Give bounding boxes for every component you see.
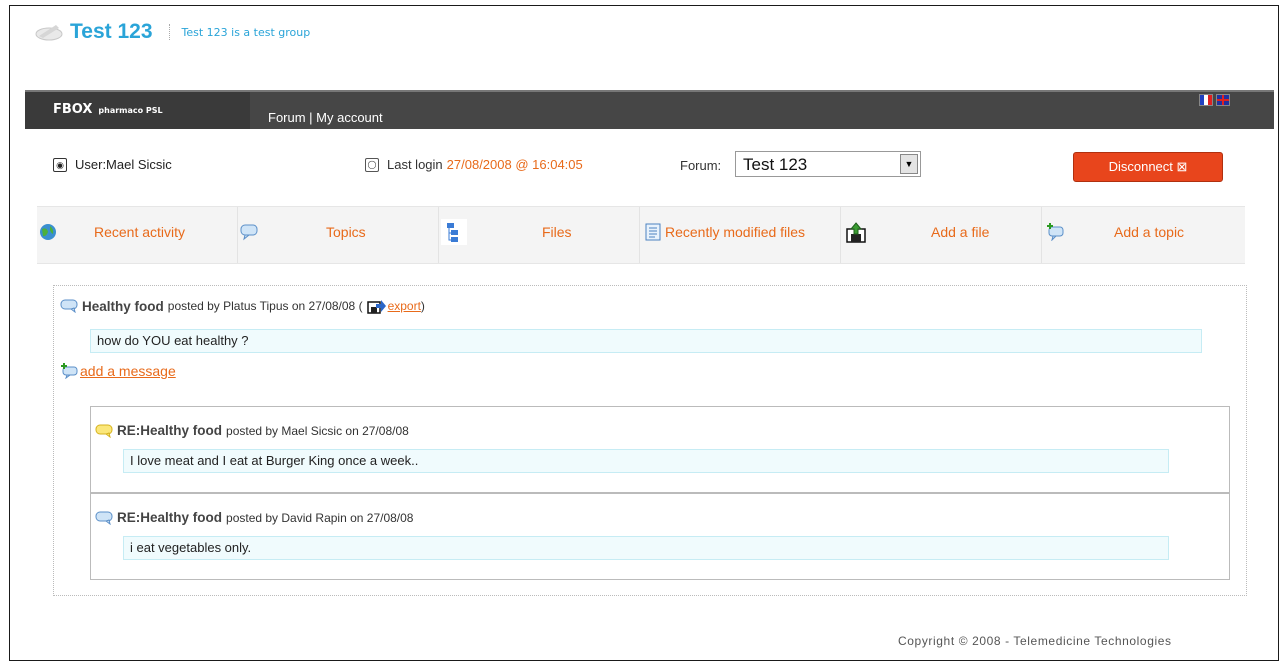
- add-message[interactable]: add a message: [60, 363, 176, 379]
- reply-meta: posted by Mael Sicsic on 27/08/08: [226, 423, 409, 438]
- reply-item: RE:Healthy food posted by Mael Sicsic on…: [90, 406, 1230, 493]
- last-login-date: 27/08/2008 @ 16:04:05: [446, 157, 583, 172]
- topic-meta: posted by Platus Tipus on 27/08/08 (: [167, 299, 363, 313]
- forum-label: Forum:: [680, 158, 722, 173]
- reply-title: RE:Healthy food: [117, 510, 223, 525]
- export-icon[interactable]: [366, 298, 387, 314]
- globe-icon: [40, 224, 56, 240]
- menu-label: Recently modified files: [665, 224, 806, 240]
- disconnect-button[interactable]: Disconnect ⊠: [1073, 152, 1223, 182]
- topic-message: how do YOU eat healthy ?: [90, 329, 1202, 353]
- group-separator: [168, 24, 170, 40]
- group-description: Test 123 is a test group: [181, 25, 311, 39]
- reply-meta: posted by David Rapin on 27/08/08: [226, 510, 414, 525]
- speech-bubble-icon: [240, 224, 258, 241]
- export-link[interactable]: export: [388, 299, 421, 313]
- topic-meta-end: ): [420, 299, 425, 313]
- french-flag-icon[interactable]: [1199, 94, 1213, 106]
- reply-header: RE:Healthy food posted by Mael Sicsic on…: [95, 423, 409, 438]
- topic-thread: Healthy food posted by Platus Tipus on 2…: [53, 285, 1247, 596]
- reply-header: RE:Healthy food posted by David Rapin on…: [95, 510, 413, 525]
- disconnect-label: Disconnect: [1108, 159, 1173, 174]
- topic-header: Healthy food posted by Platus Tipus on 2…: [60, 298, 425, 314]
- group-title: Test 123: [70, 20, 153, 43]
- menu-label: Recent activity: [94, 224, 186, 240]
- user-label: User:Mael Sicsic: [75, 157, 172, 172]
- last-login: ◯ Last login 27/08/2008 @ 16:04:05: [365, 157, 583, 172]
- top-bar: FBOX pharmaco PSL Forum | My account: [25, 90, 1274, 129]
- info-bar: ◉ User:Mael Sicsic ◯ Last login 27/08/20…: [25, 127, 1274, 182]
- forum-select-value: Test 123: [743, 155, 808, 174]
- last-login-label: Last login: [387, 157, 443, 172]
- document-icon: [645, 223, 661, 241]
- reply-message: i eat vegetables only.: [123, 536, 1169, 560]
- topic-title: Healthy food: [82, 298, 164, 314]
- group-logo-icon: [35, 25, 63, 41]
- reply-message: I love meat and I eat at Burger King onc…: [123, 449, 1169, 473]
- chevron-down-icon[interactable]: ▼: [900, 154, 918, 174]
- app-panel: FBOX pharmaco PSL Forum | My account ◉ Us…: [25, 82, 1274, 630]
- menu-label: Add a file: [931, 224, 990, 240]
- forum-select[interactable]: Test 123 ▼: [735, 151, 921, 177]
- group-header: Test 123 Test 123 is a test group: [34, 20, 310, 44]
- brand-sub: pharmaco PSL: [98, 106, 163, 115]
- language-flags: [1199, 94, 1230, 106]
- user-icon: ◉: [53, 157, 67, 172]
- brand: FBOX pharmaco PSL: [53, 102, 163, 117]
- main-menu: Recent activity Topics Files Recently mo…: [37, 206, 1245, 264]
- brand-name: FBOX: [53, 102, 93, 117]
- menu-label: Add a topic: [1114, 224, 1185, 240]
- menu-label: Topics: [326, 224, 366, 240]
- close-icon: ⊠: [1176, 159, 1188, 174]
- copyright-footer: Copyright © 2008 - Telemedicine Technolo…: [898, 634, 1172, 648]
- clock-icon: ◯: [365, 157, 379, 172]
- top-nav[interactable]: Forum | My account: [268, 110, 383, 125]
- add-message-link[interactable]: add a message: [80, 363, 176, 379]
- menu-label: Files: [542, 224, 572, 240]
- add-topic-icon: [1047, 223, 1064, 241]
- menu-item-files[interactable]: Files: [439, 207, 640, 263]
- english-flag-icon[interactable]: [1216, 94, 1230, 106]
- reply-item: RE:Healthy food posted by David Rapin on…: [90, 493, 1230, 580]
- brand-tab: FBOX pharmaco PSL: [25, 92, 250, 129]
- speech-bubble-yellow-icon: [95, 424, 113, 438]
- menu-item-recently-modified-files[interactable]: Recently modified files: [640, 207, 841, 263]
- upload-file-icon: [846, 222, 866, 243]
- menu-item-recent-activity[interactable]: Recent activity: [37, 207, 238, 263]
- user-info: ◉ User:Mael Sicsic: [53, 157, 172, 172]
- menu-item-add-a-file[interactable]: Add a file: [841, 207, 1042, 263]
- add-message-icon: [61, 363, 78, 379]
- speech-bubble-icon: [60, 299, 78, 313]
- menu-item-topics[interactable]: Topics: [238, 207, 439, 263]
- speech-bubble-icon: [95, 511, 113, 525]
- menu-item-add-a-topic[interactable]: Add a topic: [1042, 207, 1243, 263]
- files-tree-icon: [441, 219, 467, 245]
- reply-title: RE:Healthy food: [117, 423, 223, 438]
